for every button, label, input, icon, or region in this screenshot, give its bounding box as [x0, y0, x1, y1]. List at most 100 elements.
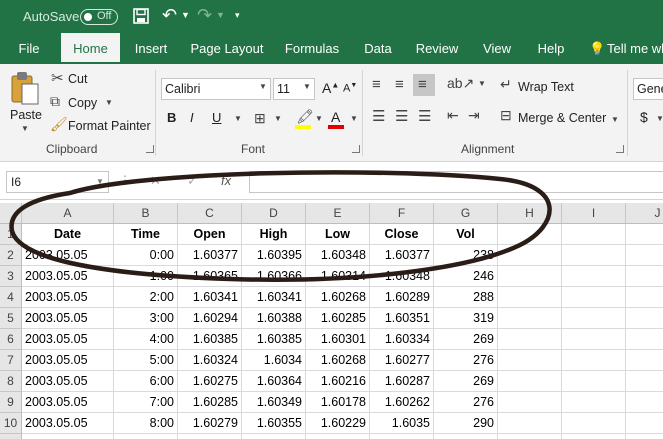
cell-g5[interactable]: 319 — [434, 308, 498, 329]
cell-c2[interactable]: 1.60377 — [178, 245, 242, 266]
cell-a3[interactable]: 2003.05.05 — [22, 266, 114, 287]
cell-g9[interactable]: 276 — [434, 392, 498, 413]
cell-b9[interactable]: 7:00 — [114, 392, 178, 413]
worksheet-grid[interactable]: A B C D E F G H I J 1 Date Time Open High Low Close Vol 2 2… — [0, 203, 663, 439]
cell-b7[interactable]: 5:00 — [114, 350, 178, 371]
cell-h4[interactable] — [498, 287, 562, 308]
copy-icon[interactable]: ⧉ — [50, 93, 60, 110]
cell-h3[interactable] — [498, 266, 562, 287]
cell-d6[interactable]: 1.60385 — [242, 329, 306, 350]
cell-c5[interactable]: 1.60294 — [178, 308, 242, 329]
cell-f6[interactable]: 1.60334 — [370, 329, 434, 350]
cell-h2[interactable] — [498, 245, 562, 266]
cell-j1[interactable] — [626, 224, 663, 245]
cell-d5[interactable]: 1.60388 — [242, 308, 306, 329]
column-header-j[interactable]: J — [626, 203, 663, 224]
cell-h7[interactable] — [498, 350, 562, 371]
cell-f4[interactable]: 1.60289 — [370, 287, 434, 308]
cell-c1[interactable]: Open — [178, 224, 242, 245]
fill-color-icon[interactable]: 🖍 — [296, 108, 314, 125]
cell-f10[interactable]: 1.6035 — [370, 413, 434, 434]
formula-input[interactable] — [249, 171, 663, 193]
cell-i11[interactable] — [562, 434, 626, 439]
cell-c6[interactable]: 1.60385 — [178, 329, 242, 350]
cell-i1[interactable] — [562, 224, 626, 245]
cell-h10[interactable] — [498, 413, 562, 434]
cell-g7[interactable]: 276 — [434, 350, 498, 371]
cell-f8[interactable]: 1.60287 — [370, 371, 434, 392]
cell-b3[interactable]: 1:00 — [114, 266, 178, 287]
row-header-4[interactable]: 4 — [0, 287, 22, 308]
font-size-dropdown-icon[interactable]: ▼ — [303, 82, 311, 91]
cell-i3[interactable] — [562, 266, 626, 287]
cell-c9[interactable]: 1.60285 — [178, 392, 242, 413]
copy-button[interactable]: Copy — [68, 96, 97, 110]
tab-view[interactable]: View — [474, 33, 520, 64]
currency-button[interactable]: $ — [640, 109, 648, 125]
cell-b8[interactable]: 6:00 — [114, 371, 178, 392]
cell-c8[interactable]: 1.60275 — [178, 371, 242, 392]
cell-j9[interactable] — [626, 392, 663, 413]
cell-f2[interactable]: 1.60377 — [370, 245, 434, 266]
cell-a2[interactable]: 2003.05.05 — [22, 245, 114, 266]
column-header-g[interactable]: G — [434, 203, 498, 224]
cell-a11[interactable]: 2003.05.05 — [22, 434, 114, 439]
cell-f1[interactable]: Close — [370, 224, 434, 245]
cell-d4[interactable]: 1.60341 — [242, 287, 306, 308]
insert-function-icon[interactable]: fx — [221, 173, 231, 188]
column-header-c[interactable]: C — [178, 203, 242, 224]
cell-b5[interactable]: 3:00 — [114, 308, 178, 329]
customize-toolbar-icon[interactable]: ▾ — [235, 10, 240, 21]
row-header-1[interactable]: 1 — [0, 224, 22, 245]
align-middle-icon[interactable]: ≡ — [395, 76, 404, 93]
cell-f7[interactable]: 1.60277 — [370, 350, 434, 371]
cell-e3[interactable]: 1.60314 — [306, 266, 370, 287]
clipboard-launcher-icon[interactable] — [146, 145, 154, 153]
copy-dropdown-icon[interactable]: ▼ — [105, 98, 113, 107]
undo-icon[interactable]: ↶ — [162, 5, 177, 26]
merge-center-icon[interactable]: ⊟ — [500, 107, 512, 124]
cell-h6[interactable] — [498, 329, 562, 350]
cell-e8[interactable]: 1.60216 — [306, 371, 370, 392]
cell-b11[interactable]: 9:00 — [114, 434, 178, 439]
cell-e1[interactable]: Low — [306, 224, 370, 245]
more-options-icon[interactable]: ⋮ — [119, 173, 131, 187]
merge-center-button[interactable]: Merge & Center — [518, 111, 606, 125]
tab-help[interactable]: Help — [529, 33, 573, 64]
cell-d8[interactable]: 1.60364 — [242, 371, 306, 392]
row-header-6[interactable]: 6 — [0, 329, 22, 350]
tab-file[interactable]: File — [8, 33, 50, 64]
cell-c7[interactable]: 1.60324 — [178, 350, 242, 371]
cell-a5[interactable]: 2003.05.05 — [22, 308, 114, 329]
column-header-h[interactable]: H — [498, 203, 562, 224]
row-header-8[interactable]: 8 — [0, 371, 22, 392]
cell-e7[interactable]: 1.60268 — [306, 350, 370, 371]
cell-h9[interactable] — [498, 392, 562, 413]
number-format-select[interactable]: Gene — [633, 78, 663, 100]
currency-dropdown-icon[interactable]: ▼ — [656, 114, 663, 123]
bold-button[interactable]: B — [167, 110, 176, 125]
tab-data[interactable]: Data — [357, 33, 399, 64]
select-all-corner[interactable] — [0, 203, 22, 224]
cell-j11[interactable] — [626, 434, 663, 439]
cell-a10[interactable]: 2003.05.05 — [22, 413, 114, 434]
row-header-11[interactable]: 11 — [0, 434, 22, 439]
tab-formulas[interactable]: Formulas — [279, 33, 345, 64]
borders-icon[interactable]: ⊞ — [254, 110, 266, 127]
paste-button-label[interactable]: Paste — [10, 108, 42, 122]
cell-a4[interactable]: 2003.05.05 — [22, 287, 114, 308]
cut-icon[interactable]: ✂ — [51, 69, 64, 87]
cell-j7[interactable] — [626, 350, 663, 371]
cell-d7[interactable]: 1.6034 — [242, 350, 306, 371]
cell-i7[interactable] — [562, 350, 626, 371]
cell-j8[interactable] — [626, 371, 663, 392]
cell-b2[interactable]: 0:00 — [114, 245, 178, 266]
wrap-text-icon[interactable]: ↵ — [500, 76, 512, 93]
enter-icon[interactable]: ✓ — [187, 173, 198, 189]
redo-dropdown-icon[interactable]: ▼ — [216, 10, 225, 20]
cell-i10[interactable] — [562, 413, 626, 434]
undo-dropdown-icon[interactable]: ▼ — [181, 10, 190, 20]
column-header-e[interactable]: E — [306, 203, 370, 224]
align-right-icon[interactable]: ☰ — [418, 107, 431, 125]
underline-button[interactable]: U — [212, 110, 221, 125]
